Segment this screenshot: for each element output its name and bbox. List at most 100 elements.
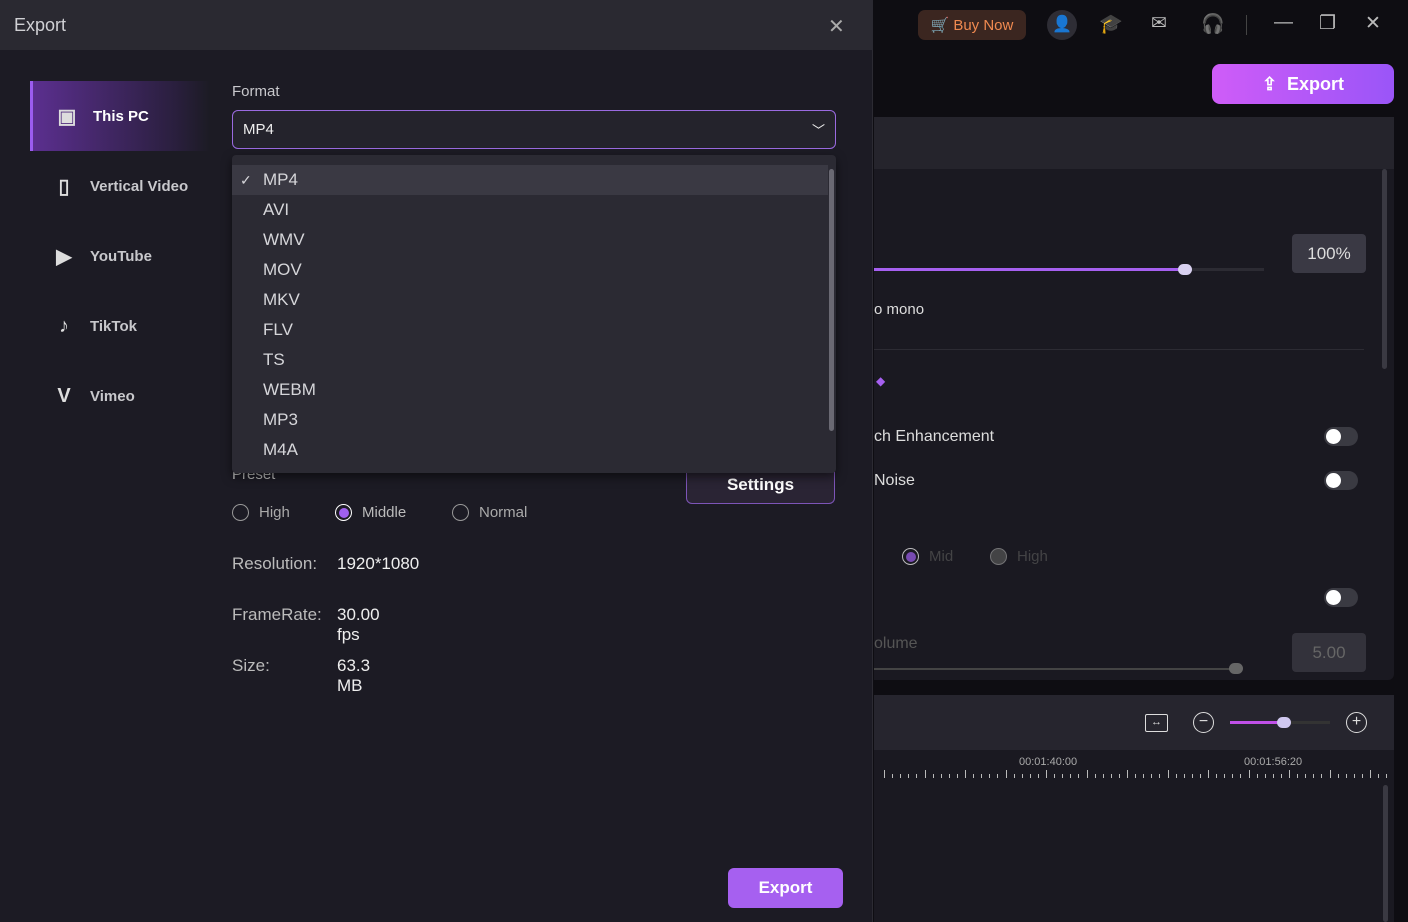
time-label: 00:01:56:20 — [1244, 756, 1303, 768]
ruler-tick — [940, 774, 942, 778]
dropdown-scrollbar[interactable] — [829, 169, 834, 431]
panel-scrollbar[interactable] — [1382, 169, 1387, 369]
ruler-tick — [1062, 774, 1064, 778]
ruler-tick — [1386, 774, 1388, 778]
radio-circle — [902, 548, 919, 565]
ruler-tick — [1272, 774, 1274, 778]
dialog-titlebar: Export ✕ — [0, 0, 873, 50]
format-option-mkv[interactable]: MKV — [232, 285, 828, 315]
framerate-value: 30.00 fps — [337, 605, 380, 644]
option-label: M4A — [263, 440, 298, 459]
format-option-wmv[interactable]: WMV — [232, 225, 828, 255]
enhancement-label: ch Enhancement — [874, 428, 995, 445]
option-label: MP4 — [263, 170, 298, 189]
ruler-tick — [1118, 774, 1120, 778]
ruler-tick — [1029, 774, 1031, 778]
chevron-down-icon: ﹀ — [811, 123, 825, 138]
radio-label: Normal — [479, 504, 528, 521]
noise-toggle[interactable] — [1324, 471, 1358, 490]
format-select[interactable]: MP4 ﹀ — [232, 110, 836, 149]
ruler-tick — [1078, 774, 1080, 778]
format-option-webm[interactable]: WEBM — [232, 375, 828, 405]
ruler-tick — [1191, 774, 1193, 778]
radio-mid[interactable]: Mid — [902, 548, 953, 565]
preset-radio-high[interactable]: High — [232, 504, 290, 521]
ruler-tick — [1240, 774, 1242, 778]
ruler-tick — [892, 774, 894, 778]
option-label: FLV — [263, 320, 293, 339]
ruler-tick — [1046, 770, 1047, 778]
main-export-label: Export — [1287, 73, 1345, 94]
zoom-out-icon[interactable]: − — [1193, 712, 1214, 733]
option-label: WEBM — [263, 380, 316, 399]
ruler-tick — [1127, 770, 1128, 778]
ruler-tick — [1102, 774, 1104, 778]
mono-label: o mono — [874, 301, 925, 318]
ruler-tick — [1216, 774, 1218, 778]
radio-label: Mid — [929, 548, 954, 565]
resolution-label: Resolution: — [232, 554, 318, 573]
cart-icon: 🛒 — [930, 17, 950, 34]
format-option-ts[interactable]: TS — [232, 345, 828, 375]
volume-slider-handle[interactable] — [1177, 264, 1192, 275]
ruler-tick — [1248, 770, 1250, 778]
volume-slider[interactable] — [874, 268, 1264, 271]
volume2-slider[interactable] — [874, 668, 1236, 670]
sidebar-item-youtube[interactable]: ▶ YouTube — [30, 221, 210, 291]
preset-radio-normal[interactable]: Normal — [452, 504, 527, 521]
ruler-tick — [884, 770, 885, 778]
size-value: 63.3 MB — [337, 656, 371, 695]
timeline-scrollbar[interactable] — [1383, 785, 1388, 922]
restore-icon[interactable]: ❐ — [1319, 12, 1336, 35]
format-option-m4a[interactable]: M4A — [232, 435, 828, 465]
format-option-mp3[interactable]: MP3 — [232, 405, 828, 435]
close-icon[interactable]: ✕ — [828, 14, 845, 39]
enhancement-toggle[interactable] — [1324, 427, 1358, 446]
sidebar-item-tiktok[interactable]: ♪ TikTok — [30, 291, 210, 361]
ruler-tick — [1361, 774, 1363, 778]
ruler-tick — [1110, 774, 1112, 778]
main-export-button[interactable]: ⇪ Export — [1212, 64, 1394, 104]
ruler-tick — [1232, 774, 1234, 778]
fit-timeline-icon[interactable]: ↔ — [1145, 714, 1168, 732]
minimize-icon[interactable]: — — [1274, 12, 1293, 34]
option-toggle[interactable] — [1324, 588, 1358, 607]
sidebar-item-label: This PC — [93, 107, 149, 125]
sidebar-item-this-pc[interactable]: ▣ This PC — [30, 81, 210, 151]
youtube-icon: ▶ — [56, 245, 72, 268]
noise-label: Noise — [874, 472, 915, 489]
volume-value[interactable]: 100% — [1292, 234, 1366, 273]
radio-high[interactable]: High — [990, 548, 1048, 565]
format-option-avi[interactable]: AVI — [232, 195, 828, 225]
ruler-tick — [1094, 774, 1096, 778]
zoom-slider-handle[interactable] — [1277, 717, 1291, 728]
volume2-value: 5.00 — [1292, 633, 1366, 672]
option-label: MOV — [263, 260, 302, 279]
format-option-flv[interactable]: FLV — [232, 315, 828, 345]
close-window-icon[interactable]: ✕ — [1365, 12, 1381, 35]
ruler-tick — [1175, 774, 1177, 778]
account-icon[interactable]: 👤 — [1047, 10, 1077, 40]
radio-label: Middle — [362, 504, 407, 521]
format-option-mp4[interactable]: ✓ MP4 — [232, 165, 828, 195]
ruler-tick — [1378, 774, 1380, 778]
headset-icon[interactable]: 🎧 — [1201, 12, 1225, 36]
format-dropdown: ✓ MP4 AVI WMV MOV MKV FLV TS WEBM MP3 M4A — [232, 155, 836, 473]
format-option-mov[interactable]: MOV — [232, 255, 828, 285]
sidebar-item-vertical-video[interactable]: ▯ Vertical Video — [30, 151, 210, 221]
zoom-in-icon[interactable]: + — [1346, 712, 1367, 733]
ruler-tick — [924, 770, 926, 778]
format-label: Format — [232, 83, 280, 100]
size-row: Size: 63.3 MB — [232, 656, 370, 695]
mail-icon[interactable]: ✉ — [1151, 12, 1167, 35]
sidebar-item-label: Vertical Video — [90, 177, 189, 195]
volume2-slider-handle[interactable] — [1229, 663, 1243, 674]
graduation-cap-icon[interactable]: 🎓 — [1099, 12, 1123, 36]
size-label: Size: — [232, 656, 270, 675]
sidebar-item-vimeo[interactable]: V Vimeo — [30, 361, 210, 431]
buy-now-button[interactable]: 🛒 Buy Now — [918, 10, 1026, 40]
sidebar-item-label: YouTube — [90, 247, 152, 265]
preset-radio-middle[interactable]: Middle — [335, 504, 406, 521]
export-button[interactable]: Export — [728, 868, 843, 908]
ruler-tick — [1289, 770, 1290, 778]
